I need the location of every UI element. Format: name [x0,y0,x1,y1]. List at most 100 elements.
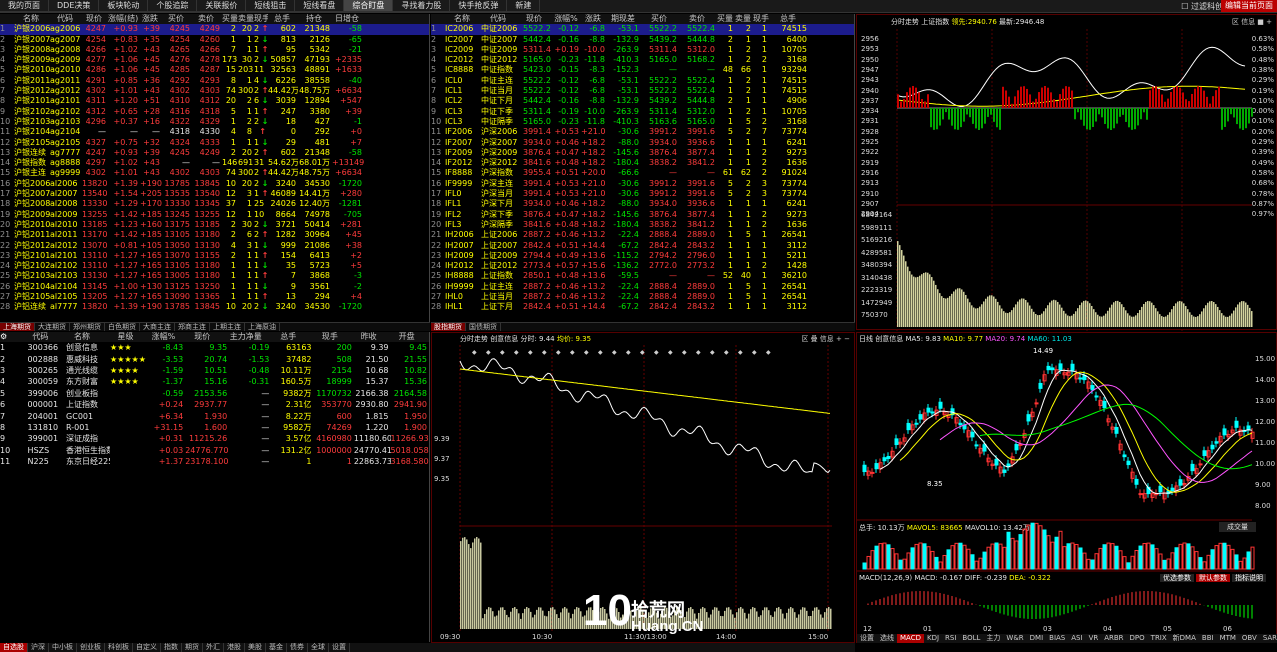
kline-chart[interactable]: 日线 创意信息 MA5: 9.83 MA10: 9.77 MA20: 9.74 … [856,332,1277,643]
index-futures-header-cell[interactable]: 涨幅% [553,14,581,24]
index-futures-header-cell[interactable]: 涨跌 [581,14,607,24]
index-futures-row[interactable]: 9 ICL3 中证下季 5311.4 -0.19 -10.0 -263.9 5311.4 531… [431,107,854,117]
futures-row[interactable]: 28 沪铝连续 al7777 13820 +1.39 +190 13785 13845 10 20… [0,302,429,312]
index-futures-row[interactable]: 3 IC2009 中证2009 5311.4 +0.19 -10.0 -263.9 5311.… [431,45,854,55]
futures-row[interactable]: 1 沪银2006 ag2006 4247 +0.93 +39 4245 4249 2 20 2 ↑ 6… [0,24,429,35]
futures-row[interactable]: 6 沪银2011 ag2011 4291 +0.85 +36 4292 4293 8 1 4 ↓ 62… [0,76,429,86]
indicator-tab[interactable]: 新DMA [1170,634,1199,643]
index-intraday-chart[interactable]: 分时走势 上证指数 领先:2940.76 最新:2946.48 区 信息 ■ +… [856,14,1277,331]
bottom-category-tab[interactable]: 设置 [329,643,350,652]
index-futures-row[interactable]: 6 ICL0 中证主连 5522.2 -0.12 -6.8 -53.1 5522.2 5522.… [431,76,854,86]
watchlist-row[interactable]: 9 399001 深证成指 +0.31 11215.26—3.57亿 4160980 111… [0,433,429,444]
futures-row[interactable]: 11 沪银2104 ag2104— — —4318 4330 4 8 ↑ 0 292 +0 [0,127,429,137]
futures-row[interactable]: 8 沪银2101 ag2101 4311 +1.20 +51 4310 4312 20 2 6 ↓ 3… [0,96,429,106]
watchlist-header-cell[interactable]: 现价 [181,332,225,342]
index-futures-row[interactable]: 22 IH2007 上证2007 2842.4 +0.51 +14.4 -67.2 2842.… [431,241,854,251]
bottom-category-tab[interactable]: 美股 [245,643,266,652]
index-futures-header-cell[interactable]: 卖价 [679,14,717,24]
indicator-tab[interactable]: BBI [1199,634,1217,643]
edit-page-button[interactable]: 编辑当前页面 [1221,0,1277,12]
futures-row[interactable]: 5 沪银2010 ag2010 4286 +1.06 +45 4285 4287 15 203 11… [0,65,429,75]
indicator-tab[interactable]: OBV [1239,634,1260,643]
futures-row[interactable]: 18 沪铝2008 al2008 13330 +1.29 +170 13330 13345 37… [0,199,429,209]
watchlist-row[interactable]: 11N225东京日经225指数+1.3723178.100—1122863.73… [0,456,429,467]
bottom-category-tab[interactable]: 创业板 [77,643,105,652]
futures-header-cell[interactable]: 买价 [162,14,192,24]
index-futures-row[interactable]: 11 IF2006 沪深2006 3991.4 +0.53 +21.0 -30.6 3991.… [431,127,854,137]
futures-row[interactable]: 9 沪银2102 ag2102 4312 +0.65 +28 4316 4318 5 1 1 ↑ 24… [0,107,429,117]
index-futures-header-cell[interactable]: 买量 [717,14,735,24]
futures-header-cell[interactable]: 涨跌 [140,14,162,24]
futures-row[interactable]: 26 沪铝2104 al2104 13145 +1.00 +130 13125 13250 1 1… [0,282,429,292]
bottom-category-tab[interactable]: 科创板 [105,643,133,652]
page-tab[interactable]: DDE决策 [49,0,100,11]
watchlist-row[interactable]: 1 300366 创意信息 ★★★ -8.43 9.35 -0.19 63163 200 9.39… [0,342,429,353]
indicator-tab[interactable]: ARBR [1101,634,1126,643]
indicator-tab[interactable]: VR [1086,634,1102,643]
bottom-category-tab[interactable]: 债券 [287,643,308,652]
bottom-category-tab[interactable]: 中小板 [49,643,77,652]
watchlist-header-cell[interactable]: 总手 [268,332,311,342]
page-tab[interactable]: 我的页面 [0,0,49,11]
page-tab[interactable]: 新建 [507,0,541,11]
futures-row[interactable]: 24 沪铝2102 al2102 13110 +1.27 +165 13105 13180 1 1… [0,261,429,271]
index-futures-header-cell[interactable]: 现价 [517,14,553,24]
futures-header-cell[interactable]: 总手 [268,14,298,24]
index-futures-row[interactable]: 19 IFL2 沪深下季 3876.4 +0.47 +18.2 -145.6 3876.4 38… [431,210,854,220]
indicator-tab[interactable]: SAR [1260,634,1277,643]
index-futures-row[interactable]: 27 IHL0 上证当月 2887.2 +0.46 +13.2 -22.4 2888.4 288… [431,292,854,302]
index-futures-row[interactable]: 7 ICL1 中证当月 5522.2 -0.12 -6.8 -53.1 5522.2 5522.… [431,86,854,96]
index-futures-row[interactable]: 24 IH2012 上证2012 2773.4 +0.57 +15.6 -136.2 2772… [431,261,854,271]
index-futures-row[interactable]: 10 ICL3 中证隔季 5165.0 -0.23 -11.8 -410.3 5163.6 51… [431,117,854,127]
bottom-category-tab[interactable]: 港股 [224,643,245,652]
indicator-tab[interactable]: 选线 [877,634,897,643]
futures-market-tab[interactable]: 上海原油 [245,323,280,331]
futures-row[interactable]: 7 沪银2012 ag2012 4302 +1.01 +43 4302 4303 74 300 2 … [0,86,429,96]
futures-header-cell[interactable]: 日增仓 [332,14,364,24]
futures-row[interactable]: 20 沪铝2010 al2010 13185 +1.23 +160 13175 13185 2 3… [0,220,429,230]
futures-row[interactable]: 3 沪银2008 ag2008 4266 +1.02 +43 4265 4266 7 1 1 ↑ 95… [0,45,429,55]
index-futures-row[interactable]: 2 IC2007 中证2007 5442.4 -0.16 -8.8 -132.9 5439.2… [431,35,854,45]
futures-row[interactable]: 23 沪铝2101 al2101 13110 +1.27 +165 13070 13155 2 1… [0,251,429,261]
futures-market-tab[interactable]: 大连期货 [35,323,70,331]
watchlist-header-cell[interactable]: 昨收 [351,332,388,342]
indicator-tab[interactable]: 设置 [857,634,877,643]
futures-header-cell[interactable]: 名称 [14,14,50,24]
watchlist-header-cell[interactable]: 主力净量 [225,332,268,342]
indicator-tab[interactable]: 主力 [983,634,1003,643]
index-futures-row[interactable]: 13 IF2009 沪深2009 3876.4 +0.47 +18.2 -145.6 3876… [431,148,854,158]
watchlist-header-cell[interactable]: 名称 [61,332,105,342]
index-futures-row[interactable]: 26 IH9999 上证主连 2887.2 +0.46 +13.2 -22.4 2888.4 2… [431,282,854,292]
bottom-category-tab[interactable]: 外汇 [203,643,224,652]
index-futures-row[interactable]: 20 IFL3 沪深隔季 3841.6 +0.48 +18.2 -180.4 3838.2 38… [431,220,854,230]
watchlist-row[interactable]: 7 204001 GC001 +6.34 1.930—8.22万 600 1.815 1.95… [0,411,429,422]
futures-market-tab[interactable]: 郑州期货 [70,323,105,331]
index-futures-row[interactable]: 8 ICL2 中证下月 5442.4 -0.16 -8.8 -132.9 5439.2 5444… [431,96,854,106]
futures-row[interactable]: 15 沪银主连 ag9999 4302 +1.01 +43 4302 4303 74 300 2 ↑… [0,168,429,178]
bottom-category-tab[interactable]: 自选股 [0,643,28,652]
index-futures-row[interactable]: 23 IH2009 上证2009 2794.4 +0.49 +13.6 -115.2 2794… [431,251,854,261]
index-futures-header-cell[interactable]: 买价 [641,14,679,24]
bottom-category-tab[interactable]: 指数 [161,643,182,652]
futures-market-tab[interactable]: 大商主连 [140,323,175,331]
index-futures-header-cell[interactable]: 总手 [769,14,809,24]
watchlist-row[interactable]: 5 399006 创业板指 -0.59 2153.56—9382万 1170732 2166… [0,388,429,399]
index-futures-row[interactable]: 5 IC8888 中证指数 5423.0 -0.15 -8.3 -152.3— —48 66 1 9… [431,65,854,75]
watchlist-header-cell[interactable]: 涨幅% [148,332,181,342]
index-futures-row[interactable]: 28 IHL1 上证下月 2842.4 +0.51 +14.4 -67.2 2842.4 284… [431,302,854,312]
page-tab[interactable]: 综合盯盘 [344,0,394,11]
futures-header-cell[interactable]: 卖量 [238,14,254,24]
watchlist-header-cell[interactable]: 代码 [22,332,61,342]
futures-row[interactable]: 21 沪铝2011 al2011 13170 +1.42 +185 13105 13180 2 6… [0,230,429,240]
index-futures-row[interactable]: 4 IC2012 中证2012 5165.0 -0.23 -11.8 -410.3 5165.… [431,55,854,65]
watchlist-row[interactable]: 6 000001 上证指数 +0.24 2937.77—2.31亿 353770 2930.… [0,399,429,410]
index-futures-row[interactable]: 21 IH2006 上证2006 2887.2 +0.46 +13.2 -22.4 2888.… [431,230,854,240]
indicator-tab[interactable]: RSI [942,634,959,643]
watchlist-row[interactable]: 2 002888 惠威科技 ★★★★★ -3.53 20.74 -1.53 37482 508 2… [0,354,429,365]
indicator-tab[interactable]: MTM [1217,634,1239,643]
futures-header-cell[interactable]: 现价 [82,14,108,24]
index-futures-header-cell[interactable]: 名称 [445,14,481,24]
futures-header-cell[interactable]: 代码 [50,14,82,24]
bottom-category-tab[interactable]: 基金 [266,643,287,652]
indicator-tab[interactable]: KDJ [924,634,942,643]
